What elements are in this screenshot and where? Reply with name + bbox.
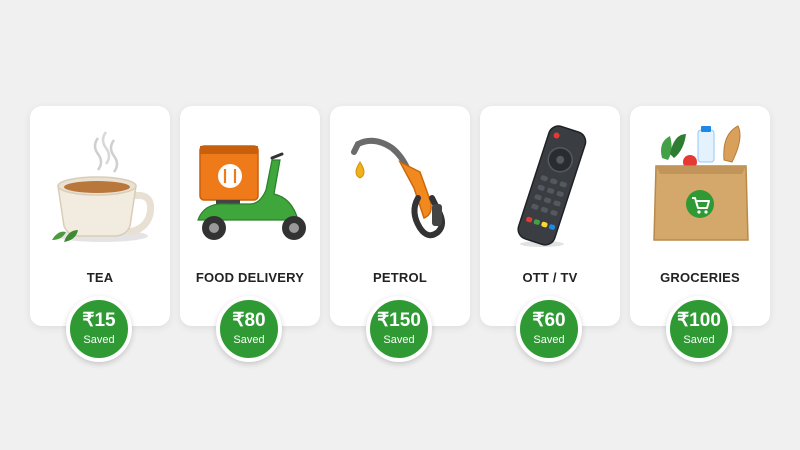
saved-amount: ₹150: [377, 310, 421, 331]
grocery-bag-icon: [653, 125, 749, 241]
card-petrol[interactable]: PETROL: [330, 106, 470, 326]
card-groceries[interactable]: GROCERIES: [630, 106, 770, 326]
saved-amount: ₹60: [532, 310, 566, 331]
card-label: TEA: [86, 270, 114, 285]
card-tea[interactable]: TEA: [30, 106, 170, 326]
savings-badge: ₹100 Saved: [666, 296, 732, 362]
card-food-delivery[interactable]: FOOD DELIVERY: [180, 106, 320, 326]
savings-badge: ₹60 Saved: [516, 296, 582, 362]
saved-text: Saved: [683, 334, 715, 346]
card-label: OTT / TV: [522, 270, 578, 285]
saved-amount: ₹100: [677, 310, 721, 331]
savings-badge: ₹150 Saved: [366, 296, 432, 362]
tv-remote-icon: [517, 125, 587, 247]
card-label: GROCERIES: [660, 270, 740, 285]
saved-text: Saved: [533, 334, 565, 346]
delivery-scooter-icon: [197, 145, 306, 240]
saved-amount: ₹15: [82, 310, 116, 331]
fuel-nozzle-icon: [351, 137, 445, 239]
savings-badge: ₹80 Saved: [216, 296, 282, 362]
card-ott-tv[interactable]: OTT / TV: [480, 106, 620, 326]
savings-badge: ₹15 Saved: [66, 296, 132, 362]
saved-text: Saved: [383, 334, 415, 346]
saved-text: Saved: [233, 334, 265, 346]
saved-text: Saved: [83, 334, 115, 346]
saved-amount: ₹80: [232, 310, 266, 331]
tea-cup-icon: [52, 131, 155, 242]
card-label: PETROL: [373, 270, 427, 285]
card-label: FOOD DELIVERY: [195, 270, 305, 285]
